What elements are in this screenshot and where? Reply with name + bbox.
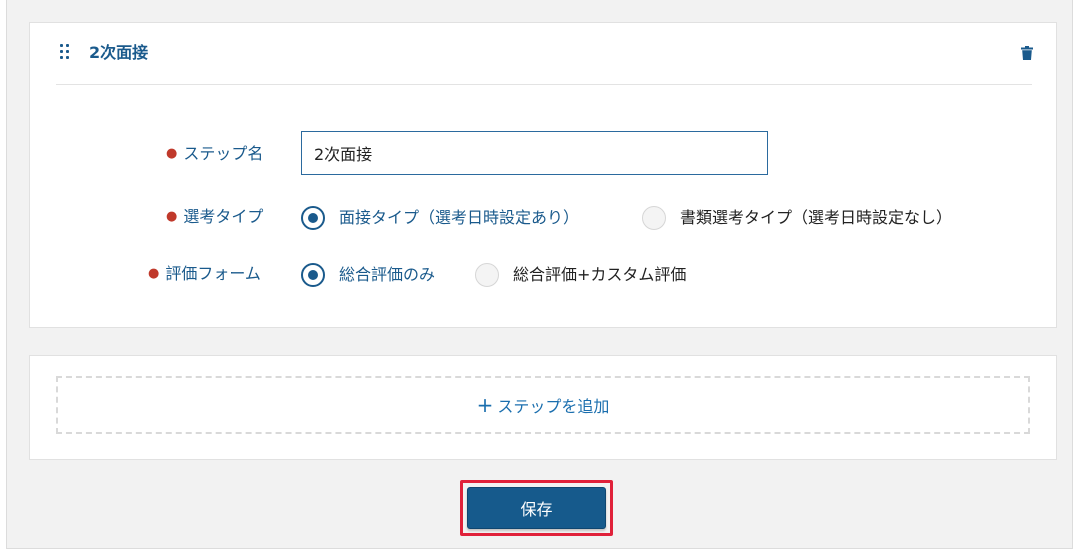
save-button[interactable]: 保存 (467, 487, 606, 529)
add-step-button[interactable]: + ステップを追加 (56, 376, 1030, 434)
selection-type-label: ● 選考タイプ (166, 206, 263, 228)
plus-icon: + (476, 393, 494, 417)
radio-document-type-label: 書類選考タイプ（選考日時設定なし） (680, 208, 953, 227)
radio-overall-only-label: 総合評価のみ (339, 265, 436, 284)
selection-type-label-text: 選考タイプ (183, 207, 264, 226)
radio-unselected-icon[interactable] (475, 263, 499, 287)
required-marker: ● (166, 146, 178, 161)
save-button-highlight: 保存 (460, 480, 613, 536)
step-header: 2次面接 (56, 23, 1033, 85)
radio-selected-icon[interactable] (301, 263, 325, 287)
radio-interview-type[interactable]: 面接タイプ（選考日時設定あり） (301, 206, 579, 230)
radio-overall-custom-label: 総合評価+カスタム評価 (513, 265, 687, 284)
step-card: 2次面接 ●ステップ名 ●選考タイプ 面接タイプ（選考日時設定あり） 書類選考タ (29, 22, 1057, 328)
radio-selected-icon[interactable] (301, 206, 325, 230)
step-name-label-text: ステップ名 (183, 144, 264, 163)
step-name-input[interactable] (301, 131, 768, 175)
evaluation-form-label-text: 評価フォーム (165, 264, 261, 283)
radio-interview-type-label: 面接タイプ（選考日時設定あり） (339, 208, 580, 227)
step-title: 2次面接 (89, 43, 149, 62)
required-marker: ● (166, 209, 178, 224)
trash-icon[interactable] (1021, 45, 1033, 60)
drag-handle-icon[interactable] (60, 44, 70, 60)
add-step-card: + ステップを追加 (29, 355, 1057, 460)
step-name-label: ● ステップ名 (166, 143, 263, 165)
radio-document-type[interactable]: 書類選考タイプ（選考日時設定なし） (642, 206, 952, 230)
radio-overall-only[interactable]: 総合評価のみ (301, 263, 435, 287)
radio-unselected-icon[interactable] (642, 206, 666, 230)
page-background: 2次面接 ●ステップ名 ●選考タイプ 面接タイプ（選考日時設定あり） 書類選考タ (6, 0, 1073, 549)
radio-overall-custom[interactable]: 総合評価+カスタム評価 (475, 263, 686, 287)
add-step-label: ステップを追加 (497, 397, 610, 416)
required-marker: ● (148, 266, 160, 281)
evaluation-form-label: ● 評価フォーム (148, 263, 261, 285)
